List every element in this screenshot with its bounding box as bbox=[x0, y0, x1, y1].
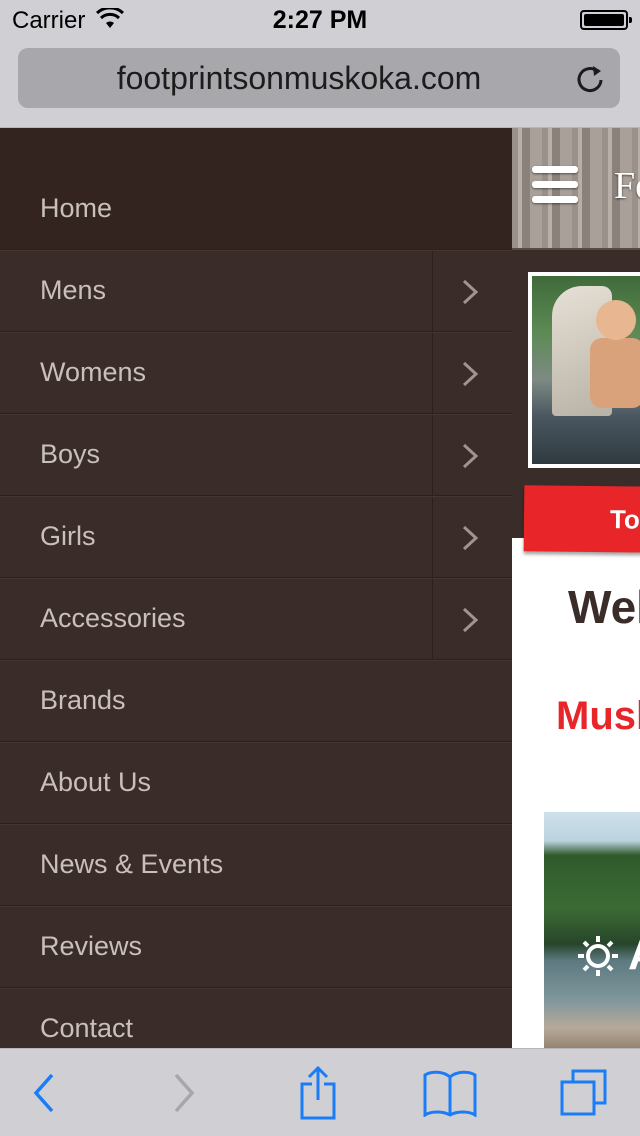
forward-icon bbox=[174, 1073, 195, 1113]
url-text[interactable]: footprintsonmuskoka.com bbox=[18, 60, 580, 97]
menu-item-girls[interactable]: Girls bbox=[0, 496, 512, 578]
muskoka-heading: Musk bbox=[556, 694, 640, 738]
submenu-toggle[interactable] bbox=[432, 251, 512, 331]
share-icon bbox=[300, 1066, 336, 1120]
red-banner-label: To bbox=[609, 504, 640, 535]
chevron-right-icon bbox=[462, 361, 479, 387]
bookmarks-button[interactable] bbox=[410, 1049, 490, 1136]
menu-top-spacer bbox=[0, 128, 512, 168]
menu-item-about-us[interactable]: About Us bbox=[0, 742, 512, 824]
menu-item-reviews[interactable]: Reviews bbox=[0, 906, 512, 988]
welcome-heading: Wel bbox=[568, 581, 640, 633]
submenu-toggle[interactable] bbox=[432, 333, 512, 413]
chevron-right-icon bbox=[462, 607, 479, 633]
menu-item-label: Brands bbox=[40, 685, 126, 715]
chevron-right-icon bbox=[462, 279, 479, 305]
menu-item-label: Home bbox=[40, 193, 113, 223]
clock: 2:27 PM bbox=[272, 6, 368, 34]
browser-toolbar bbox=[0, 1048, 640, 1136]
chevron-right-icon bbox=[462, 443, 479, 469]
menu-item-label: Girls bbox=[40, 521, 96, 551]
battery-icon bbox=[580, 10, 632, 30]
side-navigation-menu: Home Mens Womens Boys Girls Accessories Brands… bbox=[0, 128, 512, 1048]
menu-item-brands[interactable]: Brands bbox=[0, 660, 512, 742]
menu-item-label: Accessories bbox=[40, 603, 186, 633]
menu-item-label: Reviews bbox=[40, 931, 143, 961]
sun-icon bbox=[578, 936, 618, 976]
forward-button[interactable] bbox=[144, 1049, 224, 1136]
menu-item-boys[interactable]: Boys bbox=[0, 414, 512, 496]
site-logo[interactable]: Fo bbox=[614, 164, 640, 208]
menu-item-contact[interactable]: Contact bbox=[0, 988, 512, 1048]
back-icon bbox=[33, 1073, 54, 1113]
hamburger-icon[interactable] bbox=[532, 166, 578, 204]
menu-item-news-events[interactable]: News & Events bbox=[0, 824, 512, 906]
menu-item-label: About Us bbox=[40, 767, 152, 797]
tabs-button[interactable] bbox=[544, 1049, 624, 1136]
menu-item-label: Contact bbox=[40, 1013, 134, 1043]
status-bar: Carrier 2:27 PM bbox=[0, 0, 640, 40]
menu-list: Home Mens Womens Boys Girls Accessories Brands… bbox=[0, 168, 512, 1048]
lake-photo[interactable]: A bbox=[544, 812, 640, 1048]
menu-item-womens[interactable]: Womens bbox=[0, 332, 512, 414]
submenu-toggle[interactable] bbox=[432, 497, 512, 577]
share-button[interactable] bbox=[278, 1049, 358, 1136]
menu-item-label: Womens bbox=[40, 357, 147, 387]
back-button[interactable] bbox=[4, 1049, 84, 1136]
menu-item-label: Boys bbox=[40, 439, 101, 469]
site-header: Fo bbox=[512, 128, 640, 250]
chevron-right-icon bbox=[462, 525, 479, 551]
tabs-icon bbox=[560, 1069, 607, 1116]
menu-item-accessories[interactable]: Accessories bbox=[0, 578, 512, 660]
address-bar[interactable]: footprintsonmuskoka.com bbox=[18, 48, 620, 108]
bookmarks-icon bbox=[423, 1070, 477, 1117]
lake-caption: A bbox=[628, 930, 640, 980]
menu-item-home[interactable]: Home bbox=[0, 168, 512, 250]
hero-photo bbox=[528, 272, 640, 468]
battery-fill bbox=[584, 14, 624, 26]
red-banner-button[interactable]: To bbox=[523, 485, 640, 553]
menu-item-label: News & Events bbox=[40, 849, 224, 879]
submenu-toggle[interactable] bbox=[432, 579, 512, 659]
menu-item-label: Mens bbox=[40, 275, 107, 305]
submenu-toggle[interactable] bbox=[432, 415, 512, 495]
menu-item-mens[interactable]: Mens bbox=[0, 250, 512, 332]
reload-icon[interactable] bbox=[574, 62, 606, 94]
website-content: Fo To Wel Musk A bbox=[512, 128, 640, 1048]
browser-address-area: footprintsonmuskoka.com bbox=[0, 40, 640, 128]
